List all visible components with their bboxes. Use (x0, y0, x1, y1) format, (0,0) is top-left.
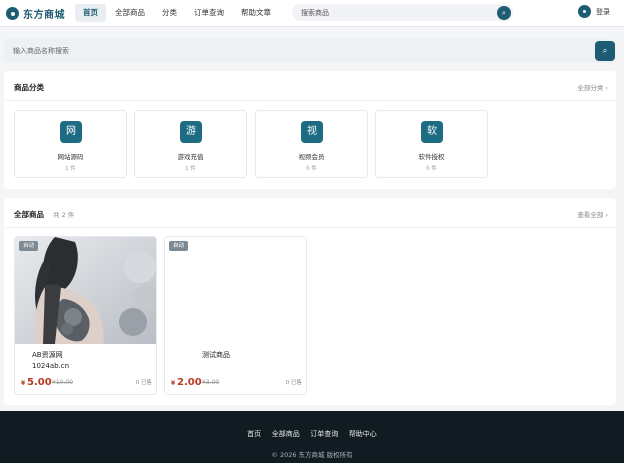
category-card-website-source[interactable]: 网 网站源码 1 件 (14, 110, 127, 178)
footer-link-order-query[interactable]: 订单查询 (310, 429, 338, 439)
nav-all-products[interactable]: 全部商品 (107, 4, 153, 22)
product-search-input[interactable]: 输入商品名称搜索 ⌕ (4, 39, 616, 63)
category-game-icon: 游 (180, 121, 202, 143)
nav-help-articles[interactable]: 帮助文章 (233, 4, 279, 22)
original-price: ¥10.00 (52, 379, 73, 386)
search-icon[interactable]: ⌕ (497, 6, 511, 20)
auto-delivery-badge: 自动 (19, 241, 39, 251)
product-title[interactable]: 测试商品 (202, 350, 306, 361)
product-price: 2.00 (177, 377, 202, 388)
footer-link-home[interactable]: 首页 (247, 429, 261, 439)
product-title[interactable]: AB资源网 1024ab.cn (32, 350, 142, 372)
category-name: 网站源码 (57, 153, 84, 161)
search-icon[interactable]: ⌕ (595, 41, 615, 61)
all-categories-link[interactable]: 全部分类 › (577, 82, 608, 92)
footer-link-help-center[interactable]: 帮助中心 (349, 429, 377, 439)
product-total-count: 共 2 件 (53, 211, 75, 219)
copyright: © 2026 东方商城 版权所有 (271, 451, 353, 459)
main-nav: 首页 全部商品 分类 订单查询 帮助文章 (75, 4, 280, 22)
product-section-header: 全部商品 共 2 件 查看全部 › (4, 198, 616, 228)
view-all-products-link[interactable]: 查看全部 › (577, 209, 608, 219)
category-section-title: 商品分类 (14, 83, 44, 92)
sold-count: 0 已售 (135, 380, 152, 386)
product-card[interactable]: 自动 测试商品 ¥ 2.00 ¥3.00 0 已售 (164, 236, 307, 395)
sold-count: 0 已售 (285, 380, 302, 386)
category-card-software-license[interactable]: 软 软件授权 0 件 (375, 110, 488, 178)
nav-categories[interactable]: 分类 (154, 4, 185, 22)
login-button[interactable]: 登录 (578, 5, 610, 18)
product-card[interactable]: 自动 AB资源网 1024ab.cn ¥ 5.00 ¥10.00 0 已售 (14, 236, 157, 395)
category-name: 视频会员 (298, 153, 325, 161)
site-logo[interactable]: 东方商城 (6, 6, 65, 21)
category-video-icon: 视 (301, 121, 323, 143)
category-count: 1 件 (185, 166, 196, 172)
footer-link-all-products[interactable]: 全部商品 (272, 429, 300, 439)
price-row: ¥ 5.00 ¥10.00 0 已售 (21, 376, 152, 388)
price-currency: ¥ (21, 380, 26, 387)
logo-text: 东方商城 (23, 10, 65, 21)
top-header: 东方商城 首页 全部商品 分类 订单查询 帮助文章 搜索商品 ⌕ 登录 (0, 0, 624, 27)
category-count: 0 件 (426, 166, 437, 172)
user-icon (578, 5, 591, 18)
category-count: 1 件 (65, 166, 76, 172)
footer-links: 首页 全部商品 订单查询 帮助中心 (0, 429, 624, 439)
category-card-game-recharge[interactable]: 游 游戏充值 1 件 (134, 110, 247, 178)
auto-delivery-badge: 自动 (169, 241, 189, 251)
price-currency: ¥ (171, 380, 176, 387)
product-image-placeholder[interactable]: 自动 (165, 237, 306, 344)
category-software-icon: 软 (421, 121, 443, 143)
category-name: 软件授权 (418, 153, 445, 161)
product-search-placeholder: 输入商品名称搜索 (13, 47, 69, 55)
login-label: 登录 (596, 7, 610, 16)
product-image[interactable]: 自动 (15, 237, 156, 344)
header-search-input[interactable]: 搜索商品 ⌕ (292, 4, 513, 21)
category-count: 0 件 (306, 166, 317, 172)
product-section-title: 全部商品 (14, 210, 44, 219)
category-section-header: 商品分类 全部分类 › (4, 71, 616, 101)
product-price: 5.00 (27, 377, 52, 388)
product-section: 全部商品 共 2 件 查看全部 › 自动 AB资源网 1024ab.cn ¥ 5… (4, 198, 616, 405)
site-footer: 首页 全部商品 订单查询 帮助中心 © 2026 东方商城 版权所有 (0, 411, 624, 463)
nav-order-query[interactable]: 订单查询 (186, 4, 232, 22)
category-name: 游戏充值 (177, 153, 204, 161)
original-price: ¥3.00 (202, 379, 220, 386)
nav-home[interactable]: 首页 (75, 4, 106, 22)
price-row: ¥ 2.00 ¥3.00 0 已售 (171, 376, 302, 388)
logo-icon (6, 7, 19, 20)
category-website-icon: 网 (60, 121, 82, 143)
header-search-placeholder: 搜索商品 (301, 9, 329, 17)
category-card-video-vip[interactable]: 视 视频会员 0 件 (255, 110, 368, 178)
category-section: 商品分类 全部分类 › 网 网站源码 1 件 游 游戏充值 1 件 视 视频会员… (4, 71, 616, 189)
